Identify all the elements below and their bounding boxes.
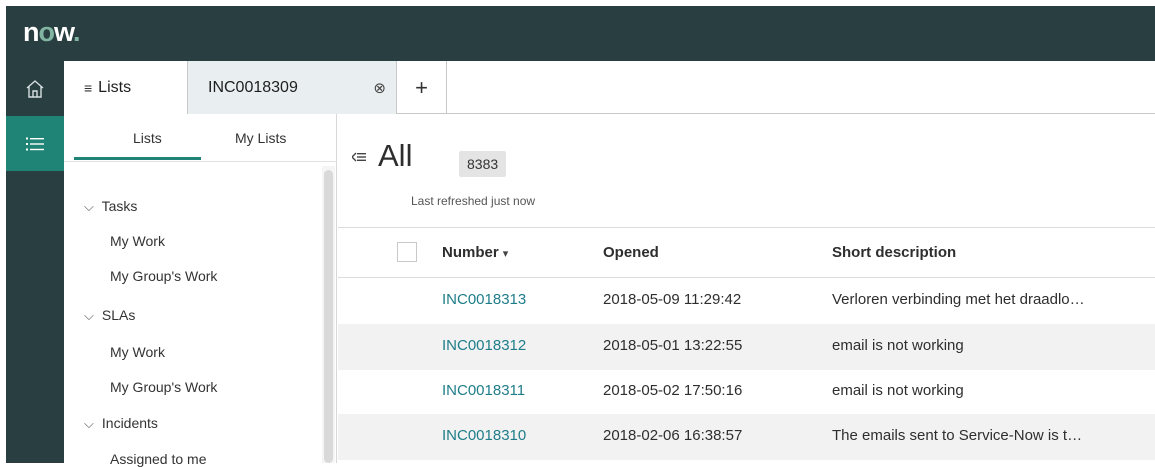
tree-item-my-work[interactable]: My Work [110, 233, 165, 249]
tree-item-assigned-to-me[interactable]: Assigned to me [110, 451, 207, 467]
short-description-cell: email is not working [832, 337, 964, 354]
opened-cell: 2018-02-06 16:38:57 [603, 427, 743, 444]
tree-group-slas[interactable]: ⌵ SLAs [84, 307, 135, 324]
home-icon [26, 79, 44, 98]
incident-number-link[interactable]: INC0018312 [442, 337, 526, 354]
servicenow-logo[interactable]: now. [23, 17, 80, 48]
add-tab-button[interactable]: + [397, 61, 447, 114]
tree-group-label: SLAs [101, 307, 136, 323]
logo-letter-w: w [54, 17, 74, 47]
table-row[interactable]: INC0018310 2018-02-06 16:38:57 The email… [338, 414, 1155, 460]
lists-panel: Lists My Lists ⌵ Tasks My Work My Group'… [64, 114, 337, 467]
opened-cell: 2018-05-02 17:50:16 [603, 382, 743, 399]
panel-tabs-divider [64, 161, 337, 162]
tree-item-sla-my-work[interactable]: My Work [110, 344, 165, 360]
tab-incident-record[interactable]: INC0018309 ⊗ [188, 61, 397, 114]
list-icon [26, 137, 44, 150]
logo-dot: . [73, 17, 80, 47]
app-window: now. ≡ Lists INC0018309 ⊗ + Lists My Lis… [6, 6, 1155, 467]
select-all-checkbox[interactable] [397, 242, 417, 262]
rail-lists-button[interactable] [6, 116, 64, 171]
tree-group-label: Incidents [101, 415, 158, 431]
chevron-down-icon: ⌵ [84, 416, 94, 431]
column-header-opened[interactable]: Opened [603, 244, 659, 261]
tree-item-my-groups-work[interactable]: My Group's Work [110, 268, 217, 284]
incident-number-link[interactable]: INC0018313 [442, 291, 526, 308]
list-view: All 8383 Last refreshed just now Number ▾… [338, 114, 1155, 463]
panel-tabs: Lists My Lists [64, 114, 337, 162]
last-refreshed-text: Last refreshed just now [411, 194, 536, 208]
short-description-cell: Verloren verbinding met het draadlo… [832, 291, 1085, 308]
tab-lists[interactable]: ≡ Lists [64, 61, 188, 115]
incident-number-link[interactable]: INC0018310 [442, 427, 526, 444]
logo-letter-o: o [38, 17, 55, 47]
list-title: All [378, 138, 413, 173]
top-banner: now. [6, 6, 1155, 61]
tree-group-label: Tasks [101, 198, 138, 214]
panel-scrollbar-thumb[interactable] [324, 170, 333, 463]
tab-lists-label: Lists [98, 79, 132, 96]
panel-tab-lists[interactable]: Lists [133, 130, 162, 146]
table-row[interactable]: INC0018311 2018-05-02 17:50:16 email is … [338, 369, 1155, 415]
table-header: Number ▾ Opened Short description [338, 227, 1155, 278]
close-tab-icon[interactable]: ⊗ [373, 79, 386, 97]
rail-home-button[interactable] [6, 61, 64, 116]
tree-group-incidents[interactable]: ⌵ Incidents [84, 415, 158, 432]
panel-tab-my-lists[interactable]: My Lists [235, 130, 286, 146]
table-row[interactable]: INC0018312 2018-05-01 13:22:55 email is … [338, 324, 1155, 370]
logo-letter-n: n [23, 17, 39, 47]
tree-group-tasks[interactable]: ⌵ Tasks [84, 198, 137, 215]
short-description-cell: email is not working [832, 382, 964, 399]
left-rail [6, 61, 64, 463]
tree-item-sla-my-groups-work[interactable]: My Group's Work [110, 379, 217, 395]
column-header-label: Number [442, 244, 499, 261]
table-row[interactable]: INC0018313 2018-05-09 11:29:42 Verloren … [338, 278, 1155, 324]
tab-bar: ≡ Lists INC0018309 ⊗ + [64, 61, 1155, 115]
short-description-cell: The emails sent to Service-Now is t… [832, 427, 1083, 444]
chevron-down-icon: ⌵ [84, 308, 94, 323]
collapse-panel-icon[interactable] [352, 151, 366, 163]
opened-cell: 2018-05-09 11:29:42 [603, 291, 742, 308]
opened-cell: 2018-05-01 13:22:55 [603, 337, 743, 354]
column-header-short-description[interactable]: Short description [832, 244, 956, 261]
chevron-down-icon: ⌵ [84, 199, 94, 214]
list-lines-icon: ≡ [84, 80, 93, 96]
record-count-badge: 8383 [459, 151, 507, 177]
active-tab-indicator [74, 157, 201, 160]
tab-incident-label: INC0018309 [208, 78, 298, 96]
column-header-number[interactable]: Number ▾ [442, 244, 508, 261]
sort-descending-icon[interactable]: ▾ [503, 248, 509, 260]
incident-number-link[interactable]: INC0018311 [442, 382, 525, 399]
